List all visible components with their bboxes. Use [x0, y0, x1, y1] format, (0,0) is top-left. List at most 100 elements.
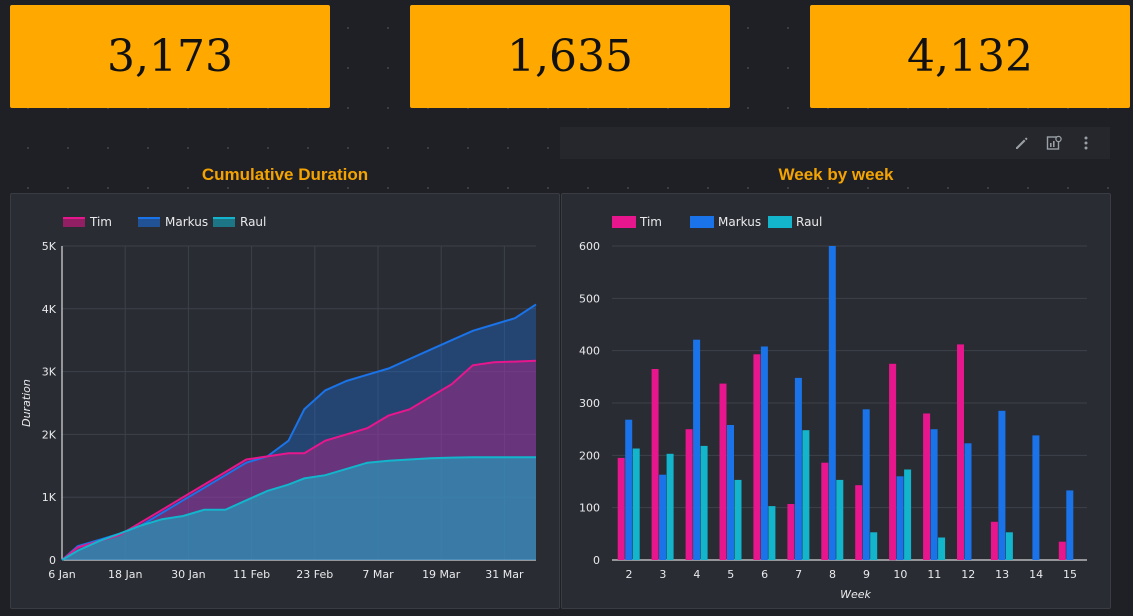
cumulative-chart-panel: Tim Markus Raul 0 1K 2K 3K 4K 5K 6 Jan 18 Jan 30 Ja… — [10, 193, 560, 609]
legend-swatch-tim — [612, 216, 636, 228]
x-tick-label: 14 — [1029, 568, 1043, 581]
bar-tim-week-8 — [821, 462, 829, 560]
legend-label-tim: Tim — [89, 215, 112, 229]
scorecard-3: 4,132 — [810, 5, 1130, 108]
y-tick-label: 3K — [42, 366, 57, 379]
chart-settings-icon[interactable] — [1046, 135, 1062, 151]
edit-icon[interactable] — [1014, 135, 1030, 151]
bar-markus-week-10 — [896, 476, 904, 560]
x-tick-label: 9 — [863, 568, 870, 581]
y-tick-label: 0 — [49, 554, 56, 567]
bar-markus-week-5 — [727, 425, 734, 560]
y-tick-label: 4K — [42, 303, 57, 316]
y-tick-label: 500 — [579, 292, 600, 305]
bar-markus-week-14 — [1032, 435, 1040, 560]
bar-tim-week-10 — [889, 363, 897, 561]
x-tick-label: 12 — [961, 568, 975, 581]
cumulative-duration-chart: Tim Markus Raul 0 1K 2K 3K 4K 5K 6 Jan 18 Jan 30 Ja… — [20, 215, 537, 581]
bar-markus-week-15 — [1066, 490, 1074, 560]
x-tick-label: 5 — [727, 568, 734, 581]
bar-raul-week-5 — [734, 479, 742, 560]
bar-raul-week-3 — [666, 453, 674, 560]
bar-tim-week-2 — [617, 457, 625, 560]
scorecard-1: 3,173 — [10, 5, 330, 108]
x-tick-label: 30 Jan — [171, 568, 205, 581]
legend-label-raul: Raul — [240, 215, 266, 229]
legend-label-tim: Tim — [639, 215, 662, 229]
bar-raul-week-6 — [768, 506, 776, 560]
x-tick-label: 15 — [1063, 568, 1077, 581]
y-tick-label: 200 — [579, 449, 600, 462]
legend-label-markus: Markus — [165, 215, 208, 229]
bar-raul-week-8 — [836, 479, 844, 560]
x-tick-label: 19 Mar — [422, 568, 461, 581]
legend-swatch-tim — [63, 218, 85, 227]
x-tick-label: 10 — [893, 568, 907, 581]
bar-raul-week-13 — [1005, 532, 1013, 560]
y-tick-label: 100 — [579, 502, 600, 515]
x-tick-label: 11 — [927, 568, 941, 581]
bar-raul-week-4 — [700, 445, 708, 560]
bar-tim-week-6 — [753, 354, 761, 560]
scorecard-value: 3,173 — [107, 31, 233, 82]
legend-label-raul: Raul — [796, 215, 822, 229]
scorecard-value: 4,132 — [907, 31, 1033, 82]
scorecard-value: 1,635 — [507, 31, 633, 82]
bar-tim-week-15 — [1058, 541, 1066, 560]
y-tick-label: 300 — [579, 397, 600, 410]
bar-markus-week-7 — [794, 377, 802, 560]
bar-markus-week-6 — [760, 346, 768, 560]
x-tick-label: 31 Mar — [485, 568, 524, 581]
scorecard-2: 1,635 — [410, 5, 730, 108]
bar-markus-week-12 — [964, 443, 972, 560]
y-axis-label: Duration — [20, 379, 33, 427]
x-axis-label: Week — [840, 588, 871, 601]
bar-tim-week-12 — [957, 344, 964, 560]
legend-swatch-markus — [138, 218, 160, 227]
x-tick-label: 13 — [995, 568, 1009, 581]
bar-markus-week-8 — [828, 246, 836, 560]
y-tick-label: 2K — [42, 428, 57, 441]
bar-raul-week-10 — [904, 469, 912, 560]
x-tick-label: 8 — [829, 568, 836, 581]
bar-markus-week-13 — [998, 410, 1006, 560]
bar-tim-week-3 — [651, 369, 659, 560]
bar-raul-week-2 — [632, 448, 640, 560]
chart-title-weekly: Week by week — [778, 165, 894, 184]
bar-tim-week-11 — [923, 413, 931, 560]
x-tick-label: 23 Feb — [296, 568, 333, 581]
week-by-week-chart: Tim Markus Raul 0 100 200 300 400 500 600 2 3 4 5 6 7 8 9… — [579, 215, 1087, 601]
bar-markus-week-2 — [625, 419, 633, 560]
x-tick-label: 7 Mar — [362, 568, 394, 581]
y-tick-label: 5K — [42, 240, 57, 253]
weekly-chart-panel: Tim Markus Raul 0 100 200 300 400 500 600 2 3 4 5 6 7 8 9… — [561, 193, 1111, 609]
y-tick-label: 0 — [593, 554, 600, 567]
x-tick-label: 3 — [659, 568, 666, 581]
legend-swatch-markus — [690, 216, 714, 228]
bar-raul-week-9 — [870, 532, 878, 560]
bar-tim-week-5 — [719, 383, 727, 560]
bar-markus-week-4 — [693, 339, 701, 560]
x-tick-label: 7 — [795, 568, 802, 581]
chart-title-cumulative: Cumulative Duration — [201, 165, 369, 184]
x-tick-label: 18 Jan — [108, 568, 142, 581]
x-tick-label: 6 — [761, 568, 768, 581]
y-tick-label: 600 — [579, 240, 600, 253]
bar-markus-week-9 — [862, 409, 870, 560]
more-vert-icon[interactable] — [1078, 135, 1094, 151]
bar-raul-week-11 — [938, 537, 946, 560]
y-tick-label: 400 — [579, 345, 600, 358]
bar-tim-week-13 — [990, 521, 998, 560]
bar-markus-week-3 — [659, 474, 667, 560]
x-tick-label: 6 Jan — [48, 568, 75, 581]
legend-label-markus: Markus — [718, 215, 761, 229]
y-tick-label: 1K — [42, 491, 57, 504]
x-tick-label: 11 Feb — [233, 568, 270, 581]
bar-raul-week-7 — [802, 430, 810, 560]
bar-tim-week-9 — [855, 485, 863, 560]
chart-toolbar — [560, 127, 1110, 159]
legend-swatch-raul — [768, 216, 792, 228]
x-tick-label: 4 — [693, 568, 700, 581]
bar-tim-week-4 — [685, 429, 693, 560]
x-tick-label: 2 — [625, 568, 632, 581]
